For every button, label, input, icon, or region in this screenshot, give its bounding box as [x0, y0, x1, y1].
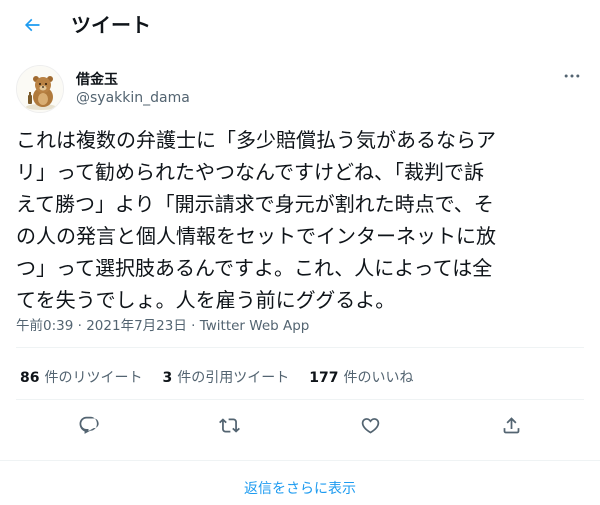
tweet-time[interactable]: 午前0:39	[16, 318, 73, 334]
arrow-left-icon	[24, 18, 40, 32]
tweet-stats: 86 件のリツイート 3 件の引用ツイート 177 件のいいね	[20, 367, 433, 387]
retweet-icon	[218, 417, 240, 433]
stat-label: 件のいいね	[343, 370, 414, 386]
heart-icon	[361, 417, 379, 434]
stat-likes[interactable]: 177 件のいいね	[309, 367, 413, 387]
header: ツイート	[0, 0, 600, 50]
divider	[16, 399, 584, 400]
stat-label: 件の引用ツイート	[177, 370, 290, 386]
share-button[interactable]	[498, 412, 524, 438]
back-button[interactable]	[18, 11, 46, 39]
meta-separator: ·	[191, 318, 196, 334]
share-icon	[503, 416, 519, 433]
divider	[16, 347, 584, 348]
bear-avatar-icon	[17, 66, 63, 112]
reply-icon	[79, 416, 99, 434]
stat-count: 177	[309, 370, 339, 386]
stat-retweets[interactable]: 86 件のリツイート	[20, 367, 142, 387]
tweet-date[interactable]: 2021年7月23日	[86, 318, 187, 334]
stat-count: 3	[162, 370, 173, 386]
stat-label: 件のリツイート	[44, 370, 143, 386]
author-display-name[interactable]: 借金玉	[76, 69, 118, 89]
more-button[interactable]	[560, 66, 584, 86]
stat-quote-tweets[interactable]: 3 件の引用ツイート	[162, 367, 289, 387]
reply-button[interactable]	[75, 412, 101, 438]
tweet-source[interactable]: Twitter Web App	[200, 318, 310, 334]
retweet-button[interactable]	[216, 412, 242, 438]
show-more-replies-link[interactable]: 返信をさらに表示	[0, 478, 600, 498]
divider	[0, 460, 600, 461]
avatar[interactable]	[16, 65, 64, 113]
author-handle[interactable]: @syakkin_dama	[76, 90, 190, 106]
tweet-meta: 午前0:39 · 2021年7月23日 · Twitter Web App	[16, 314, 309, 334]
more-horizontal-icon	[564, 74, 580, 78]
tweet-text: これは複数の弁護士に「多少賠償払う気があるならア リ」って勧められたやつなんです…	[16, 128, 496, 312]
tweet-actions	[0, 412, 600, 438]
like-button[interactable]	[357, 412, 383, 438]
meta-separator: ·	[77, 318, 82, 334]
page-title: ツイート	[71, 13, 151, 37]
stat-count: 86	[20, 370, 40, 386]
